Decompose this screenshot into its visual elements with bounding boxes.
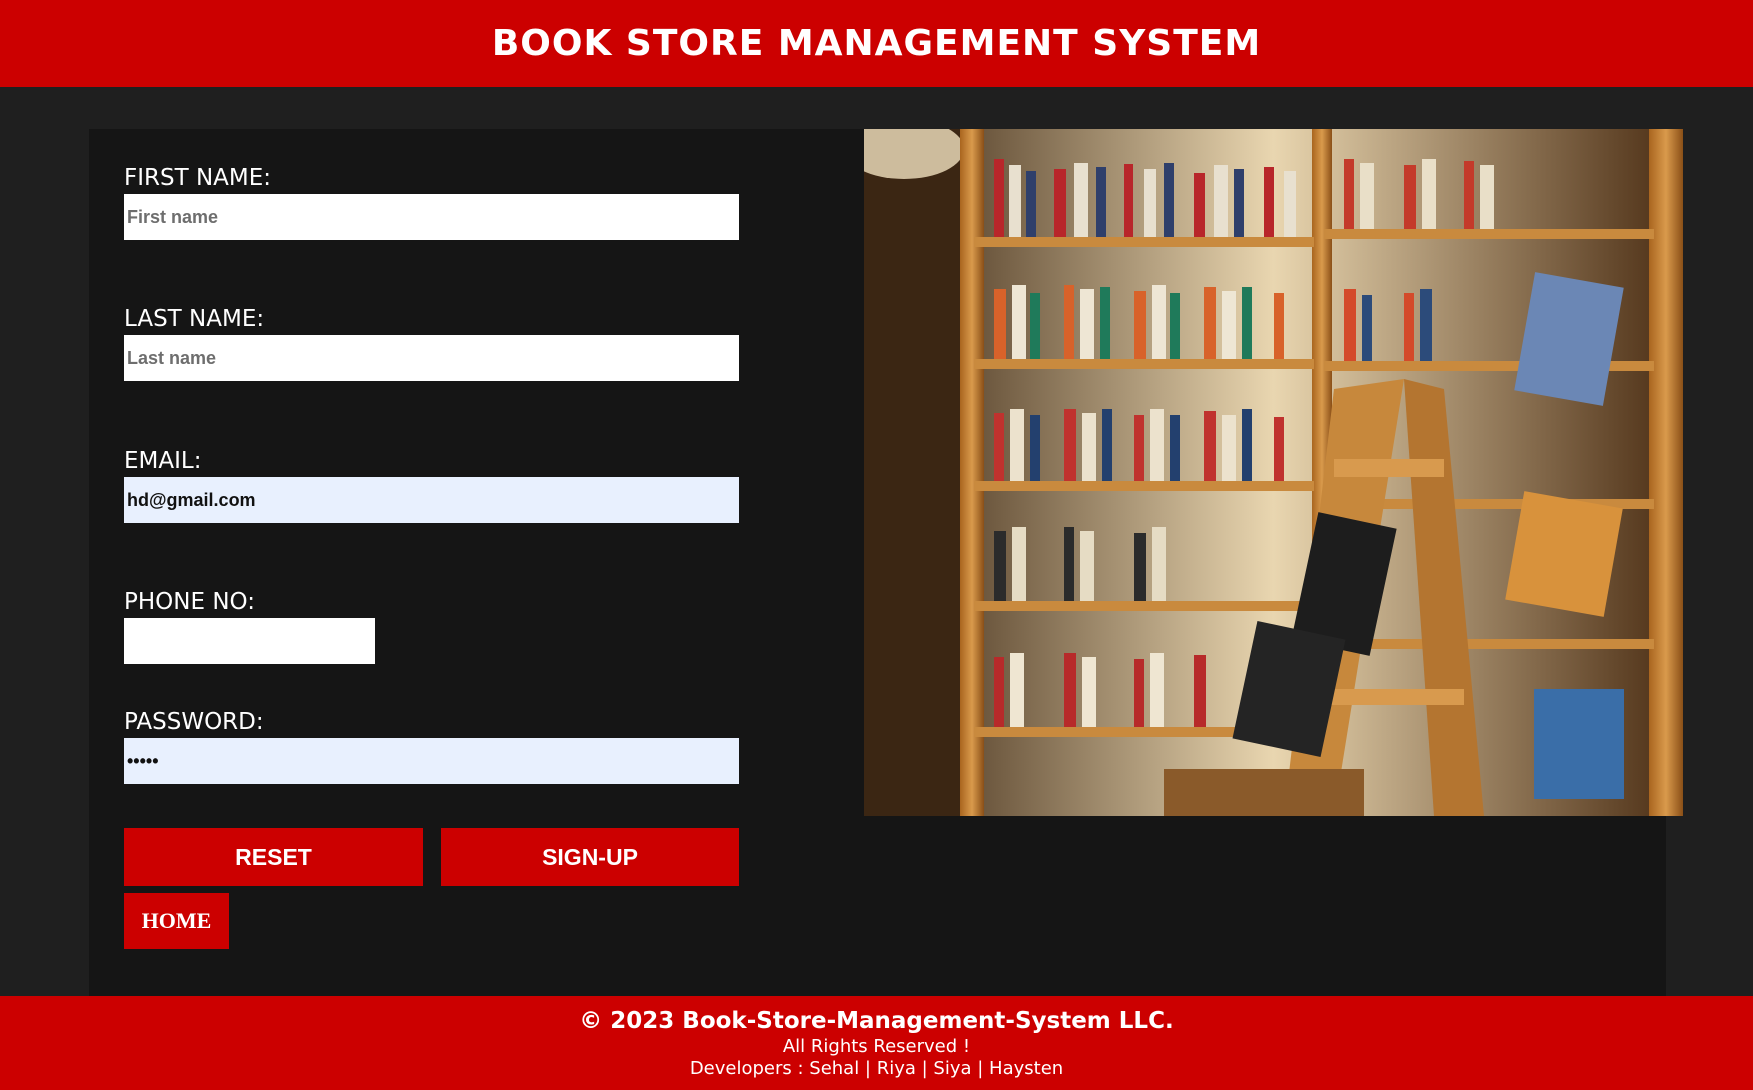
first-name-input[interactable]	[124, 194, 739, 240]
signup-button[interactable]: SIGN-UP	[441, 828, 739, 886]
last-name-label: LAST NAME:	[124, 306, 265, 332]
bookshelf-illustration	[864, 129, 1683, 816]
password-input[interactable]	[124, 738, 739, 784]
page-title: BOOK STORE MANAGEMENT SYSTEM	[491, 23, 1262, 64]
footer-copyright: © 2023 Book-Store-Management-System LLC.	[579, 1008, 1174, 1034]
last-name-input[interactable]	[124, 335, 739, 381]
page-footer: © 2023 Book-Store-Management-System LLC.…	[0, 996, 1753, 1090]
email-label: EMAIL:	[124, 448, 202, 474]
phone-label: PHONE NO:	[124, 589, 255, 615]
bookstore-image	[864, 129, 1683, 816]
home-button[interactable]: HOME	[124, 893, 229, 949]
first-name-label: FIRST NAME:	[124, 165, 272, 191]
phone-input[interactable]	[124, 618, 375, 664]
email-input[interactable]	[124, 477, 739, 523]
footer-developers: Developers : Sehal | Riya | Siya | Hayst…	[689, 1058, 1064, 1079]
password-label: PASSWORD:	[124, 709, 264, 735]
page-header: BOOK STORE MANAGEMENT SYSTEM	[0, 0, 1753, 87]
footer-rights: All Rights Reserved !	[782, 1036, 971, 1057]
reset-button[interactable]: RESET	[124, 828, 423, 886]
